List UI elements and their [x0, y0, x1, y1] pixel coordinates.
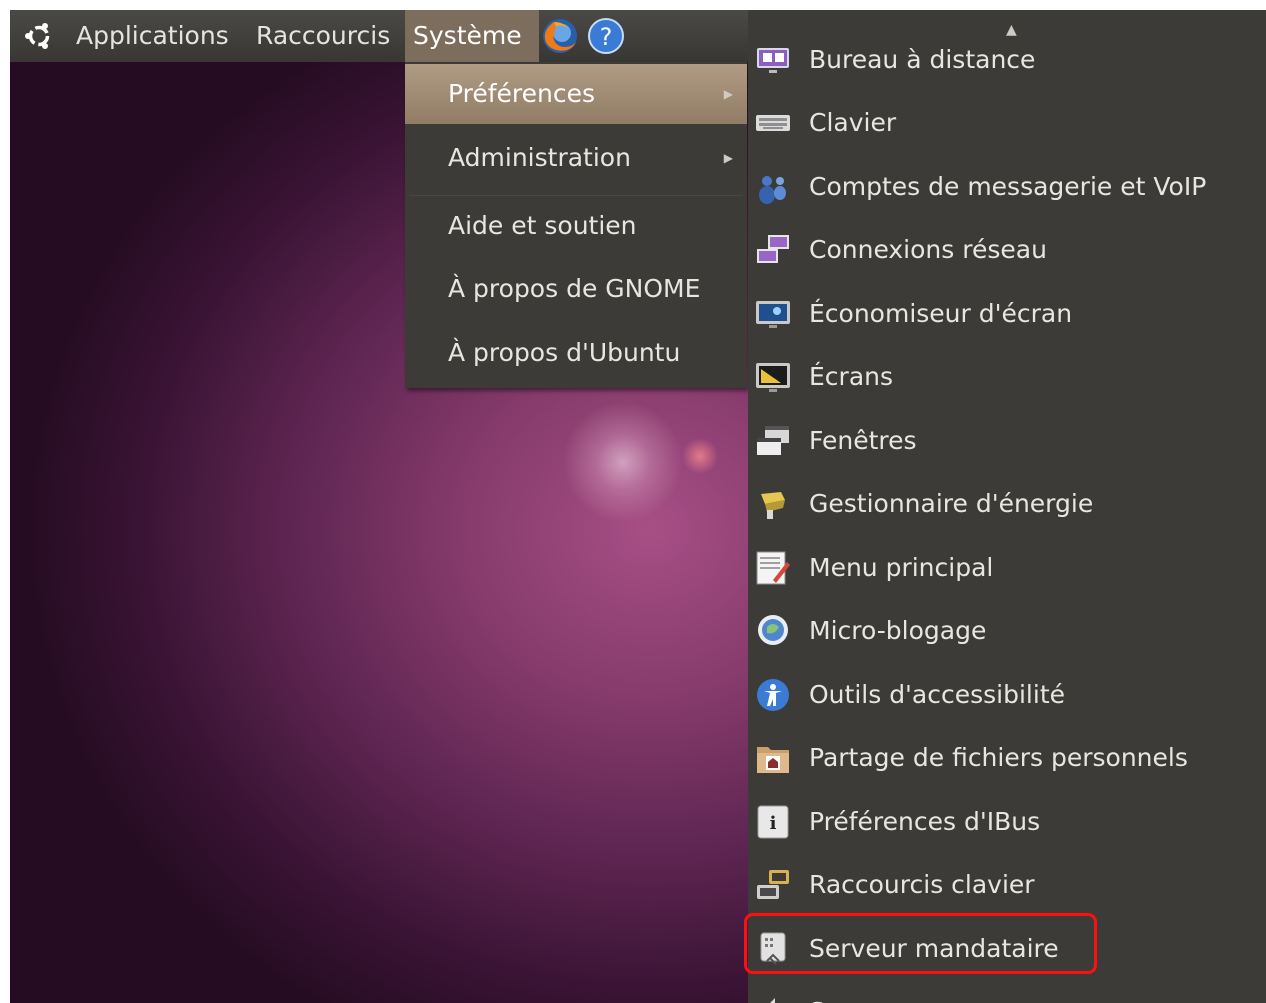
screensaver-icon	[756, 301, 790, 328]
menu-item-label: Comptes de messagerie et VoIP	[809, 172, 1207, 201]
menu-item-label: Menu principal	[809, 553, 994, 582]
menu-item-windows[interactable]: Fenêtres	[748, 409, 1266, 472]
menu-item-network-connections[interactable]: Connexions réseau	[748, 218, 1266, 281]
menu-item-proxy-server[interactable]: Serveur mandataire	[748, 917, 1266, 980]
menu-item-power-manager[interactable]: Gestionnaire d'énergie	[748, 472, 1266, 535]
ubuntu-logo-icon[interactable]	[24, 10, 60, 62]
menu-item-microblogging[interactable]: Micro-blogage	[748, 599, 1266, 662]
menu-item-label: Préférences	[448, 79, 596, 108]
submenu-arrow-icon: ▶	[723, 87, 733, 101]
preferences-submenu: ▲ Bureau à distance Clavier Comptes de m…	[748, 10, 1266, 1003]
menu-item-remote-desktop[interactable]: Bureau à distance	[748, 28, 1266, 91]
menu-item-keyboard-shortcuts[interactable]: Raccourcis clavier	[748, 853, 1266, 916]
system-menu: Préférences ▶ Administration ▶ Aide et s…	[405, 62, 747, 388]
firefox-icon[interactable]	[540, 10, 584, 62]
raccourcis-menu[interactable]: Raccourcis	[248, 10, 398, 62]
menu-item-label: Micro-blogage	[809, 616, 987, 645]
menu-item-label: Connexions réseau	[809, 235, 1047, 264]
submenu-arrow-icon: ▶	[723, 151, 733, 165]
menu-item-about-ubuntu[interactable]: À propos d'Ubuntu	[405, 323, 747, 383]
menu-item-label: Administration	[448, 143, 631, 172]
menu-item-label: Partage de fichiers personnels	[809, 743, 1188, 772]
menu-item-label: Bureau à distance	[809, 45, 1036, 74]
proxy-icon	[760, 932, 786, 965]
sound-icon	[770, 998, 775, 1003]
messaging-accounts-icon	[759, 176, 786, 204]
menu-item-preferences[interactable]: Préférences ▶	[405, 64, 747, 124]
microblogging-icon	[758, 615, 788, 645]
menu-item-displays[interactable]: Écrans	[748, 345, 1266, 408]
menu-item-label: Gestionnaire d'énergie	[809, 489, 1094, 518]
systeme-menu[interactable]: Système	[405, 10, 539, 62]
menu-item-accessibility[interactable]: Outils d'accessibilité	[748, 663, 1266, 726]
network-connections-icon	[757, 235, 789, 263]
help-icon[interactable]: ?	[588, 10, 628, 62]
menu-item-label: Outils d'accessibilité	[809, 680, 1066, 709]
menu-item-screensaver[interactable]: Économiseur d'écran	[748, 282, 1266, 345]
menu-item-label: Son	[809, 980, 856, 1003]
menu-item-label: Serveur mandataire	[809, 934, 1059, 963]
main-menu-icon	[756, 551, 790, 585]
menu-item-label: Raccourcis clavier	[809, 870, 1035, 899]
accessibility-icon	[757, 679, 789, 711]
menu-item-about-gnome[interactable]: À propos de GNOME	[405, 259, 747, 319]
menu-item-label: Préférences d'IBus	[809, 807, 1041, 836]
menu-item-aide-et-soutien[interactable]: Aide et soutien	[405, 196, 747, 256]
menu-item-label: Fenêtres	[809, 426, 917, 455]
power-manager-icon	[761, 492, 785, 519]
svg-text:i: i	[770, 813, 777, 834]
menu-item-label: À propos de GNOME	[448, 274, 701, 303]
menu-item-label: Clavier	[809, 108, 897, 137]
ibus-icon: i	[757, 805, 789, 839]
menu-item-file-sharing[interactable]: Partage de fichiers personnels	[748, 726, 1266, 789]
menu-item-administration[interactable]: Administration ▶	[405, 128, 747, 188]
applications-menu[interactable]: Applications	[68, 10, 237, 62]
keyboard-shortcuts-icon	[757, 870, 789, 899]
file-sharing-icon	[757, 747, 789, 773]
displays-icon	[756, 363, 790, 392]
menu-item-keyboard[interactable]: Clavier	[748, 91, 1266, 154]
desktop: Applications Raccourcis Système ? Préfér…	[10, 10, 1266, 1003]
menu-item-sound[interactable]: Son	[748, 980, 1266, 1003]
menu-item-ibus-preferences[interactable]: i Préférences d'IBus	[748, 790, 1266, 853]
menu-item-messaging-voip[interactable]: Comptes de messagerie et VoIP	[748, 155, 1266, 218]
menu-item-label: Aide et soutien	[448, 211, 637, 240]
menu-item-label: Économiseur d'écran	[809, 299, 1073, 328]
svg-text:?: ?	[600, 23, 613, 51]
menu-item-main-menu[interactable]: Menu principal	[748, 536, 1266, 599]
windows-icon	[757, 426, 789, 455]
menu-item-label: Écrans	[809, 362, 894, 391]
remote-desktop-icon	[757, 48, 789, 73]
menu-item-label: À propos d'Ubuntu	[448, 338, 681, 367]
keyboard-icon	[756, 115, 790, 131]
